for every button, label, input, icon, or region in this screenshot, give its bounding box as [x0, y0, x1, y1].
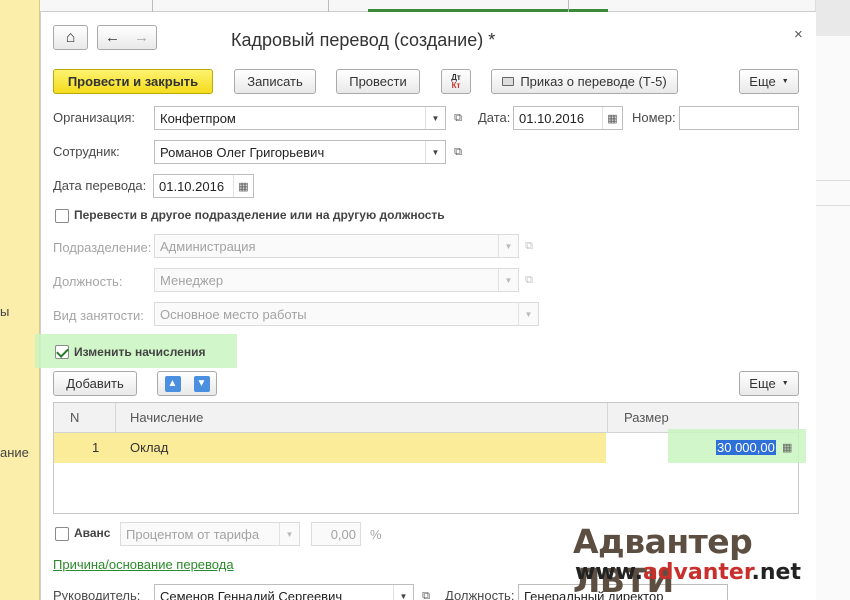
manager-field[interactable]: Семенов Геннадий Сергеевич ▼	[154, 584, 414, 600]
more-menu-button[interactable]: Еще ▼	[739, 69, 799, 94]
more-label: Еще	[749, 74, 776, 89]
department-label: Подразделение:	[53, 240, 152, 255]
date-field[interactable]: 01.10.2016 ▦	[513, 106, 623, 130]
manager-label: Руководитель:	[53, 588, 141, 600]
transfer-checkbox-label: Перевести в другое подразделение или на …	[74, 208, 445, 222]
dt-kt-button[interactable]: Дт Кт	[441, 69, 471, 94]
form-title: Кадровый перевод (создание) *	[231, 30, 496, 50]
background-left-label: ание	[0, 445, 29, 460]
chevron-down-icon[interactable]: ▼	[393, 585, 413, 600]
transfer-reason-link[interactable]: Причина/основание перевода	[53, 557, 234, 572]
chevron-down-icon: ▼	[781, 380, 789, 387]
employee-label: Сотрудник:	[53, 144, 120, 159]
back-arrow-icon[interactable]: ←	[105, 29, 120, 46]
number-field[interactable]	[679, 106, 799, 130]
post-and-close-button[interactable]: Провести и закрыть	[53, 69, 213, 94]
manager-value: Семенов Геннадий Сергеевич	[160, 588, 343, 600]
kt-icon-label: Кт	[451, 80, 461, 90]
employment-type-label: Вид занятости:	[53, 308, 144, 323]
background-left-label: ы	[0, 304, 10, 319]
employment-type-value: Основное место работы	[160, 306, 307, 322]
organization-field[interactable]: Конфетпром ▼	[154, 106, 446, 130]
position-value: Менеджер	[160, 272, 224, 288]
advance-method-value: Процентом от тарифа	[126, 526, 260, 542]
printer-icon	[502, 77, 515, 86]
table-row[interactable]: 1 Оклад 30 000,00 ▦	[54, 429, 806, 463]
chevron-down-icon: ▼	[498, 269, 518, 291]
print-order-label: Приказ о переводе (Т-5)	[520, 74, 667, 89]
accruals-more-label: Еще	[749, 376, 776, 391]
chevron-down-icon: ▼	[498, 235, 518, 257]
print-order-button[interactable]: Приказ о переводе (Т-5)	[491, 69, 678, 94]
department-value: Администрация	[160, 238, 256, 254]
transfer-checkbox[interactable]	[55, 209, 69, 223]
change-accruals-checkbox[interactable]	[55, 345, 69, 359]
date-label: Дата:	[478, 110, 511, 125]
add-accrual-button[interactable]: Добавить	[53, 371, 137, 396]
save-button[interactable]: Записать	[234, 69, 316, 94]
column-header-accrual[interactable]: Начисление	[130, 410, 203, 425]
employee-field[interactable]: Романов Олег Григорьевич ▼	[154, 140, 446, 164]
change-accruals-label: Изменить начисления	[74, 345, 206, 359]
advance-label: Аванс	[74, 526, 111, 540]
history-nav-group: ← →	[97, 25, 157, 50]
number-label: Номер:	[632, 110, 676, 125]
chevron-down-icon: ▼	[518, 303, 538, 325]
chevron-down-icon[interactable]: ▼	[425, 141, 445, 163]
percent-unit: %	[370, 527, 382, 542]
arrow-up-icon[interactable]: ▲	[164, 375, 181, 392]
transfer-date-label: Дата перевода:	[53, 178, 147, 193]
background-tab-strip	[40, 0, 850, 12]
row-amount-input[interactable]: 30 000,00	[716, 440, 776, 455]
accruals-table: N Начисление Размер 1 Оклад 30 000,00 ▦	[53, 402, 806, 514]
column-header-n[interactable]: N	[70, 410, 79, 425]
column-header-amount[interactable]: Размер	[624, 410, 669, 425]
home-icon: ⌂	[65, 28, 76, 46]
home-button[interactable]: ⌂	[53, 25, 88, 50]
organization-label: Организация:	[53, 110, 136, 125]
chevron-down-icon: ▼	[781, 78, 789, 85]
position-field[interactable]: Менеджер ▼	[154, 268, 519, 292]
department-field[interactable]: Администрация ▼	[154, 234, 519, 258]
employee-value: Романов Олег Григорьевич	[160, 144, 325, 160]
background-left-panel	[0, 0, 40, 600]
date-value: 01.10.2016	[519, 110, 585, 126]
organization-value: Конфетпром	[160, 110, 236, 126]
chevron-down-icon: ▼	[279, 523, 299, 545]
calculator-icon[interactable]: ▦	[782, 441, 792, 454]
row-accrual-name: Оклад	[130, 440, 169, 455]
forward-arrow-icon[interactable]: →	[134, 29, 149, 46]
calendar-icon[interactable]: ▦	[602, 107, 622, 129]
advance-amount-value: 0,00	[330, 526, 356, 542]
chevron-down-icon[interactable]: ▼	[425, 107, 445, 129]
calendar-icon[interactable]: ▦	[233, 175, 253, 197]
employment-type-field[interactable]: Основное место работы ▼	[154, 302, 539, 326]
document-form: ⌂ ← → Кадровый перевод (создание) * × Пр…	[35, 12, 816, 600]
move-rows-group: ▲ ▼	[157, 371, 217, 396]
advance-method-field[interactable]: Процентом от тарифа ▼	[120, 522, 300, 546]
open-department-icon[interactable]: ⧉	[519, 234, 539, 258]
position-label: Должность:	[53, 274, 123, 289]
open-position-icon[interactable]: ⧉	[519, 268, 539, 292]
transfer-date-field[interactable]: 01.10.2016 ▦	[153, 174, 254, 198]
advance-amount-field[interactable]: 0,00	[311, 522, 361, 546]
transfer-date-value: 01.10.2016	[159, 178, 225, 194]
open-employee-icon[interactable]: ⧉	[448, 140, 468, 164]
advance-checkbox[interactable]	[55, 527, 69, 541]
row-number: 1	[92, 440, 100, 455]
watermark-url: www.advanter.net	[575, 560, 801, 585]
open-organization-icon[interactable]: ⧉	[448, 106, 468, 130]
manager-position-label: Должность:	[445, 588, 515, 600]
arrow-down-icon[interactable]: ▼	[193, 375, 210, 392]
open-manager-icon[interactable]: ⧉	[416, 584, 436, 600]
post-button[interactable]: Провести	[336, 69, 420, 94]
background-right-panel	[815, 0, 850, 600]
close-icon[interactable]: ×	[794, 26, 803, 43]
accruals-more-button[interactable]: Еще ▼	[739, 371, 799, 396]
